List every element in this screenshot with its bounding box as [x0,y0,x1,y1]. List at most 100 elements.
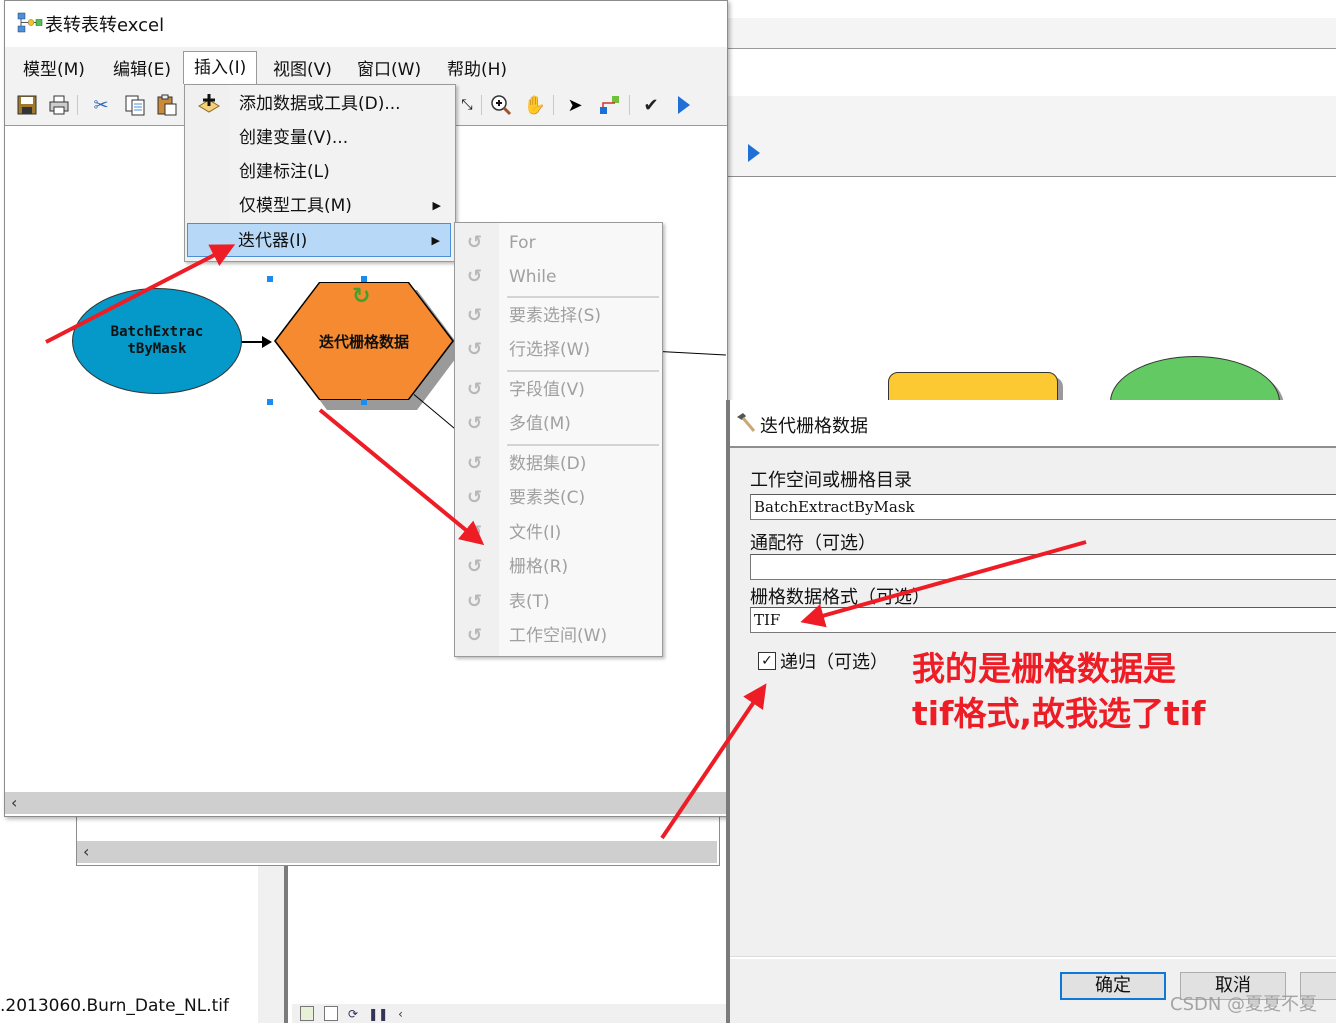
iterator-item-while[interactable]: ↺ While [455,260,662,294]
menu-window[interactable]: 窗口(W) [353,55,425,80]
dialog-footer-divider [730,956,1336,959]
paste-icon[interactable] [155,93,179,117]
horizontal-scrollbar[interactable]: ‹ [77,841,717,863]
workspace-label: 工作空间或栅格目录 [750,470,912,491]
validate-check-icon[interactable]: ✔ [639,93,663,117]
results-pane [284,866,722,1023]
selection-handle[interactable] [361,399,367,405]
node-label-line1: BatchExtrac [110,324,204,340]
menu-insert[interactable]: 插入(I) [183,51,258,84]
menu-separator [507,370,659,372]
iterator-item-workspaces[interactable]: ↺ 工作空间(W) [455,619,662,653]
annotation-line2: tif格式,故我选了tif [912,694,1206,733]
background-run-icon[interactable] [748,144,760,162]
select-pointer-icon[interactable]: ➤ [563,93,587,117]
menu-help[interactable]: 帮助(H) [443,55,511,80]
refresh-icon[interactable]: ⟳ [348,1007,358,1021]
wildcard-label: 通配符（可选） [750,533,876,554]
loop-icon: ↻ [352,284,371,309]
iterator-icon: ↺ [467,591,483,612]
menu-item-create-variable[interactable]: 创建变量(V)... [187,121,451,155]
toolbar-separator [77,95,78,115]
menu-separator [507,296,659,298]
input-data-node[interactable]: BatchExtrac tByMask [72,288,242,394]
iterator-item-feature-selection[interactable]: ↺ 要素选择(S) [455,299,662,333]
menu-item-create-label[interactable]: 创建标注(L) [187,155,451,189]
scroll-left-icon[interactable]: ‹ [398,1007,403,1021]
iterator-icon: ↺ [467,305,483,326]
zoom-in-icon[interactable] [489,93,513,117]
pane-divider [258,866,284,1023]
iterator-item-for[interactable]: ↺ For [455,226,662,260]
annotation-line1: 我的是栅格数据是 [912,649,1176,688]
iterator-item-row-selection[interactable]: ↺ 行选择(W) [455,333,662,367]
iterators-submenu: ↺ For ↺ While ↺ 要素选择(S) ↺ 行选择(W) ↺ 字段值(V) ↺ 多值… [454,222,663,657]
watermark: CSDN @夏夏不夏 [1170,994,1318,1015]
raster-format-label: 栅格数据格式（可选） [750,587,930,608]
workspace-input[interactable]: BatchExtractByMask [750,494,1336,520]
iterator-icon: ↺ [467,522,483,543]
results-toolbar: ⟳ ❚❚ ‹ [292,1004,726,1023]
wildcard-input[interactable] [750,554,1336,580]
pan-hand-icon[interactable]: ✋ [523,93,547,117]
iterator-item-rasters[interactable]: ↺ 栅格(R) [455,550,662,584]
recursive-label: 递归（可选） [780,652,888,673]
iterator-node-label: 迭代栅格数据 [318,332,409,351]
raster-format-input[interactable]: TIF [750,607,1336,633]
copy-icon[interactable] [123,93,147,117]
menu-item-model-only-tools[interactable]: 仅模型工具(M) ▶ [187,189,451,223]
menu-item-add-data-or-tool[interactable]: 添加数据或工具(D)... [187,87,451,121]
iterator-icon: ↺ [467,453,483,474]
iterator-item-datasets[interactable]: ↺ 数据集(D) [455,447,662,481]
iterator-icon: ↺ [467,556,483,577]
iterator-icon: ↺ [467,232,483,253]
menu-item-iterators[interactable]: 迭代器(I) ▶ [187,223,451,257]
title-bar: 表转表转excel [5,1,727,45]
file-list-item[interactable]: .2013060.Burn_Date_NL.tif [0,996,229,1016]
pause-icon[interactable]: ❚❚ [368,1007,388,1021]
recursive-option[interactable]: ✓ 递归（可选） [758,648,888,674]
model-icon [17,12,43,33]
connector-arrowhead [262,336,272,348]
ok-button[interactable]: 确定 [1060,972,1166,1000]
insert-menu: 添加数据或工具(D)... 创建变量(V)... 创建标注(L) 仅模型工具(M… [184,84,456,262]
iterator-item-tables[interactable]: ↺ 表(T) [455,585,662,619]
iterator-icon: ↺ [467,487,483,508]
connect-icon[interactable] [597,93,621,117]
background-toolbar-strip [726,96,1336,177]
recursive-checkbox[interactable]: ✓ [758,652,776,670]
iterator-item-field-value[interactable]: ↺ 字段值(V) [455,373,662,407]
menu-model[interactable]: 模型(M) [19,55,89,80]
menu-separator [507,444,659,446]
scroll-left-icon[interactable]: ‹ [83,841,89,863]
selection-handle[interactable] [361,276,367,282]
menu-bar: 模型(M) 编辑(E) 插入(I) 视图(V) 窗口(W) 帮助(H) [5,47,727,85]
menu-edit[interactable]: 编辑(E) [109,55,175,80]
toolbar-separator [553,95,554,115]
full-extent-icon[interactable]: ⤡ [455,93,479,117]
annotation-text: 我的是栅格数据是 tif格式,故我选了tif [912,646,1205,736]
iterator-icon: ↺ [467,625,483,646]
scroll-left-icon[interactable]: ‹ [11,792,17,814]
submenu-arrow-icon: ▶ [431,234,440,247]
save-icon[interactable] [15,93,39,117]
horizontal-scrollbar[interactable]: ‹ [5,792,727,814]
iterator-icon: ↺ [467,379,483,400]
document-icon[interactable] [324,1006,338,1021]
cut-icon[interactable]: ✂ [89,93,113,117]
iterator-icon: ↺ [467,266,483,287]
run-icon[interactable] [671,93,695,117]
selection-handle[interactable] [267,276,273,282]
selection-handle[interactable] [267,399,273,405]
iterator-item-feature-classes[interactable]: ↺ 要素类(C) [455,481,662,515]
iterator-item-multivalue[interactable]: ↺ 多值(M) [455,407,662,441]
iterator-item-files[interactable]: ↺ 文件(I) [455,516,662,550]
dialog-header: 迭代栅格数据 [730,400,1336,448]
menu-view[interactable]: 视图(V) [269,55,336,80]
edit-icon[interactable] [300,1006,314,1021]
toolbar-separator [629,95,630,115]
iterator-icon: ↺ [467,339,483,360]
dialog-title: 迭代栅格数据 [760,416,868,437]
iterator-icon: ↺ [467,413,483,434]
print-icon[interactable] [47,93,71,117]
